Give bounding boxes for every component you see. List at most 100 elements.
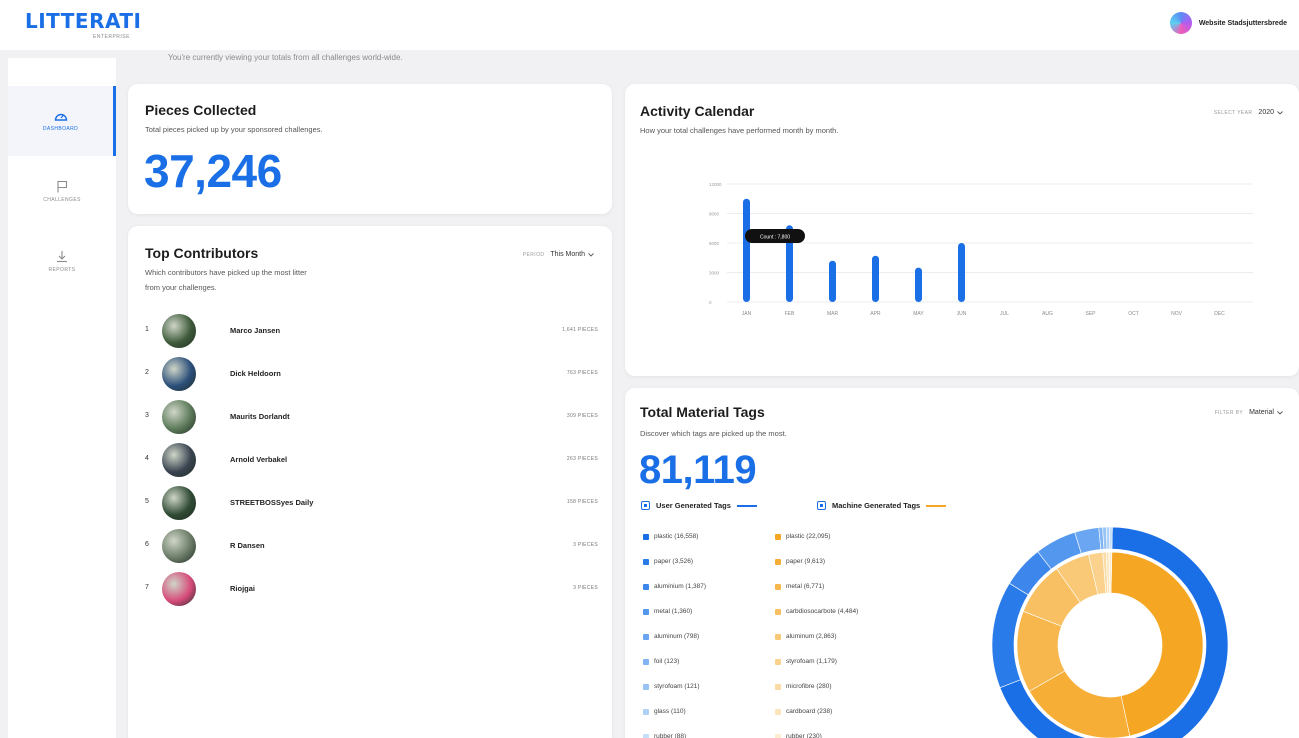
sidebar-item-challenges[interactable]: CHALLENGES (8, 156, 116, 226)
user-menu[interactable]: Website Stadsjuttersbrede (1169, 12, 1287, 34)
bar-jun[interactable] (958, 243, 965, 302)
legend-label: User Generated Tags (656, 501, 731, 510)
contributor-row[interactable]: 7 Riojgai 3 PIECES (145, 571, 598, 607)
tag-swatch (775, 658, 781, 665)
machine-tag[interactable]: paper (9,613) (775, 558, 825, 565)
user-tag[interactable]: plastic (16,558) (643, 533, 698, 540)
tag-swatch (775, 608, 781, 615)
machine-tag[interactable]: plastic (22,095) (775, 533, 830, 540)
tag-swatch (643, 683, 649, 690)
description-line: Which contributors have picked up the mo… (145, 268, 307, 277)
legend-machine-generated[interactable]: Machine Generated Tags (817, 501, 947, 510)
contributor-rank: 5 (145, 498, 149, 505)
contributor-name: Marco Jansen (230, 326, 281, 335)
y-tick-label: 12000 (709, 182, 722, 187)
card-title: Total Material Tags (640, 404, 765, 420)
legend-swatch (736, 504, 757, 507)
period-filter[interactable]: PERIOD This Month (523, 251, 594, 258)
contributor-pieces: 309 PIECES (566, 413, 598, 419)
sidebar-item-reports[interactable]: REPORTS (8, 226, 116, 296)
x-tick-label: JUL (1000, 311, 1009, 317)
machine-tag[interactable]: rubber (230) (775, 733, 822, 738)
contributor-pieces: 3 PIECES (573, 542, 598, 548)
avatar (162, 443, 196, 477)
machine-slice-8[interactable] (1108, 551, 1113, 594)
logo[interactable]: LITTERATI ENTERPRISE (25, 9, 142, 40)
filter-value: This Month (550, 251, 585, 258)
contributor-pieces: 3 PIECES (573, 585, 598, 591)
contributor-row[interactable]: 4 Arnold Verbakel 263 PIECES (145, 442, 598, 478)
download-icon (57, 250, 67, 262)
contributor-row[interactable]: 1 Marco Jansen 1,641 PIECES (145, 313, 598, 349)
legend-label: Machine Generated Tags (832, 501, 921, 510)
tag-swatch (643, 633, 649, 640)
x-tick-label: JUN (957, 311, 967, 317)
user-slice-8[interactable] (1109, 526, 1113, 550)
material-donut-chart (991, 526, 1229, 738)
y-tick-label: 3000 (709, 271, 720, 276)
machine-tag[interactable]: styrofoam (1,179) (775, 658, 837, 665)
contributor-pieces: 263 PIECES (566, 456, 598, 462)
tag-label: cardboard (238) (786, 708, 833, 715)
user-slice-7[interactable] (1105, 526, 1111, 550)
machine-tag[interactable]: aluminum (2,863) (775, 633, 837, 640)
activity-calendar-card: Activity Calendar How your total challen… (625, 84, 1299, 376)
tag-swatch (643, 733, 649, 738)
sidebar-item-label: DASHBOARD (42, 126, 79, 132)
avatar (162, 314, 196, 348)
legend-swatch (926, 504, 947, 507)
machine-tag[interactable]: microfibre (280) (775, 683, 832, 690)
contributor-name: Maurits Dorlandt (230, 412, 290, 421)
machine-tag[interactable]: carbdiosocarbote (4,484) (775, 608, 858, 615)
card-description: Total pieces picked up by your sponsored… (145, 125, 323, 134)
user-tag[interactable]: styrofoam (121) (643, 683, 700, 690)
user-tag[interactable]: metal (1,360) (643, 608, 692, 615)
tag-swatch (643, 533, 649, 540)
tag-swatch (643, 708, 649, 715)
checkbox-icon[interactable] (641, 501, 650, 510)
user-tag[interactable]: rubber (88) (643, 733, 686, 738)
description-line: from your challenges. (145, 283, 217, 292)
contributor-pieces: 1,641 PIECES (562, 327, 598, 333)
material-filter[interactable]: FILTER BY Material (1215, 409, 1283, 416)
avatar (162, 529, 196, 563)
chevron-down-icon (1277, 410, 1283, 415)
sidebar-item-dashboard[interactable]: DASHBOARD (8, 86, 116, 156)
flag-icon (57, 180, 68, 192)
legend-user-generated[interactable]: User Generated Tags (641, 501, 757, 510)
x-tick-label: NOV (1171, 311, 1183, 317)
user-tag[interactable]: foil (123) (643, 658, 679, 665)
card-description: Which contributors have picked up the mo… (145, 265, 307, 295)
user-tag[interactable]: paper (3,526) (643, 558, 693, 565)
material-select[interactable]: Material (1249, 409, 1283, 416)
tag-label: styrofoam (1,179) (786, 658, 837, 665)
machine-tag[interactable]: cardboard (238) (775, 708, 832, 715)
period-select[interactable]: This Month (550, 251, 594, 258)
bar-jan[interactable] (743, 198, 750, 302)
user-tag[interactable]: aluminum (798) (643, 633, 699, 640)
bar-mar[interactable] (829, 260, 836, 302)
contributor-row[interactable]: 3 Maurits Dorlandt 309 PIECES (145, 399, 598, 435)
user-tag[interactable]: aluminium (1,387) (643, 583, 706, 590)
bar-may[interactable] (915, 267, 922, 302)
tag-label: rubber (88) (654, 733, 687, 738)
user-tag[interactable]: glass (110) (643, 708, 686, 715)
tag-swatch (643, 583, 649, 590)
contributor-row[interactable]: 5 STREETBOSSyes Daily 158 PIECES (145, 485, 598, 521)
tag-label: aluminum (798) (654, 633, 700, 640)
pieces-collected-card: Pieces Collected Total pieces picked up … (128, 84, 612, 214)
contributor-pieces: 763 PIECES (566, 370, 598, 376)
checkbox-icon[interactable] (817, 501, 826, 510)
contributor-rank: 2 (145, 369, 149, 376)
machine-tag[interactable]: metal (6,771) (775, 583, 824, 590)
contributor-name: R Dansen (230, 541, 265, 550)
contributor-row[interactable]: 6 R Dansen 3 PIECES (145, 528, 598, 564)
card-title: Pieces Collected (145, 102, 257, 118)
bar-apr[interactable] (872, 255, 879, 302)
tag-label: aluminum (2,863) (786, 633, 837, 640)
material-tags-value: 81,119 (639, 448, 757, 492)
contributor-row[interactable]: 2 Dick Heldoorn 763 PIECES (145, 356, 598, 392)
chevron-down-icon (588, 252, 594, 257)
avatar (162, 572, 196, 606)
contributor-name: Dick Heldoorn (230, 369, 281, 378)
